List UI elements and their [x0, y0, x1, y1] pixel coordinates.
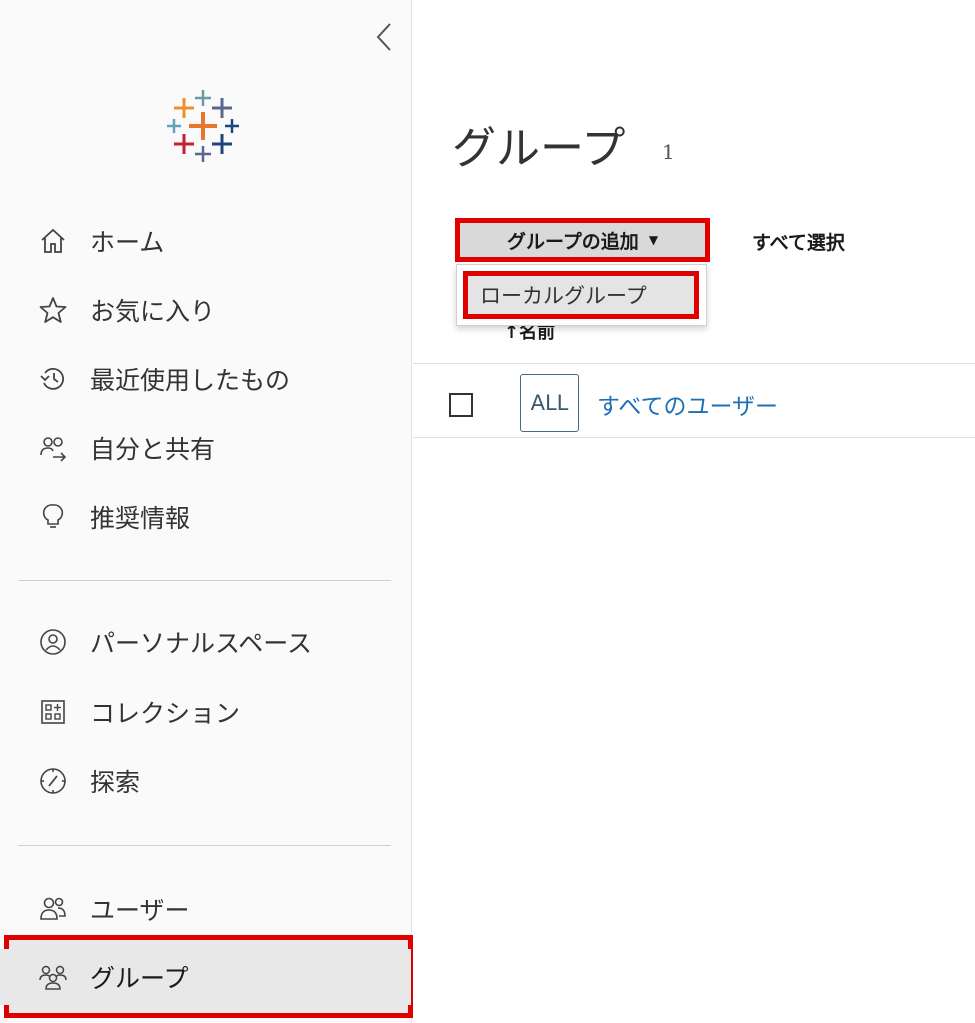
group-avatar: ALL — [520, 374, 579, 432]
sidebar-divider — [18, 580, 391, 581]
sidebar-item-recommendations[interactable]: 推奨情報 — [0, 489, 411, 545]
sidebar-item-favorites[interactable]: お気に入り — [0, 282, 411, 338]
sidebar-item-label: ホーム — [90, 228, 165, 257]
sidebar-item-label: お気に入り — [90, 297, 216, 326]
sidebar-item-explore[interactable]: 探索 — [0, 753, 411, 809]
sidebar-item-users[interactable]: ユーザー — [0, 881, 411, 937]
table-row: ALL すべてのユーザー — [413, 365, 975, 437]
groups-icon — [36, 960, 70, 994]
sidebar-item-collections[interactable]: コレクション — [0, 684, 411, 740]
sidebar-item-label: 最近使用したもの — [90, 366, 291, 395]
sidebar-item-label: 自分と共有 — [90, 435, 216, 464]
collection-icon — [36, 695, 70, 729]
sidebar-item-label: 探索 — [90, 768, 141, 797]
sidebar-item-groups[interactable]: グループ — [0, 949, 411, 1005]
add-group-button[interactable]: グループの追加 ▼ — [455, 218, 710, 262]
tableau-logo[interactable] — [162, 88, 244, 170]
page-title: グループ — [452, 123, 626, 174]
sidebar-item-label: ユーザー — [90, 896, 190, 925]
sidebar-item-personal-space[interactable]: パーソナルスペース — [0, 614, 411, 670]
row-checkbox[interactable] — [449, 393, 473, 417]
shared-users-icon — [36, 431, 70, 465]
chevron-left-icon — [376, 23, 391, 51]
sidebar-divider — [18, 845, 391, 846]
lightbulb-icon — [36, 500, 70, 534]
sidebar-item-shared-with-me[interactable]: 自分と共有 — [0, 420, 411, 476]
add-group-label: グループの追加 — [506, 230, 639, 253]
star-icon — [36, 293, 70, 327]
compass-icon — [36, 764, 70, 798]
select-all-button[interactable]: すべて選択 — [752, 228, 845, 255]
group-name-link[interactable]: すべてのユーザー — [597, 387, 778, 421]
table-divider — [413, 363, 975, 364]
sidebar-item-label: コレクション — [90, 699, 241, 728]
sidebar-item-label: 推奨情報 — [90, 504, 191, 533]
sidebar-item-home[interactable]: ホーム — [0, 213, 411, 269]
table-divider — [413, 437, 975, 438]
group-count: 1 — [662, 140, 675, 164]
recent-history-icon — [36, 362, 70, 396]
tableau-logo-icon — [167, 90, 239, 162]
caret-down-icon: ▼ — [648, 233, 659, 247]
sidebar-item-recents[interactable]: 最近使用したもの — [0, 351, 411, 407]
sidebar: ホーム お気に入り 最近使用したもの 自分と共有 推奨情報 パーソナルスペース — [0, 0, 413, 1023]
home-icon — [36, 224, 70, 258]
users-icon — [36, 892, 70, 926]
add-group-dropdown-menu: ローカルグループ — [456, 264, 707, 326]
sidebar-item-label: グループ — [90, 964, 189, 993]
sidebar-item-label: パーソナルスペース — [90, 629, 313, 658]
menu-item-local-group[interactable]: ローカルグループ — [463, 271, 699, 319]
personal-space-icon — [36, 625, 70, 659]
collapse-sidebar-button[interactable] — [370, 20, 398, 54]
